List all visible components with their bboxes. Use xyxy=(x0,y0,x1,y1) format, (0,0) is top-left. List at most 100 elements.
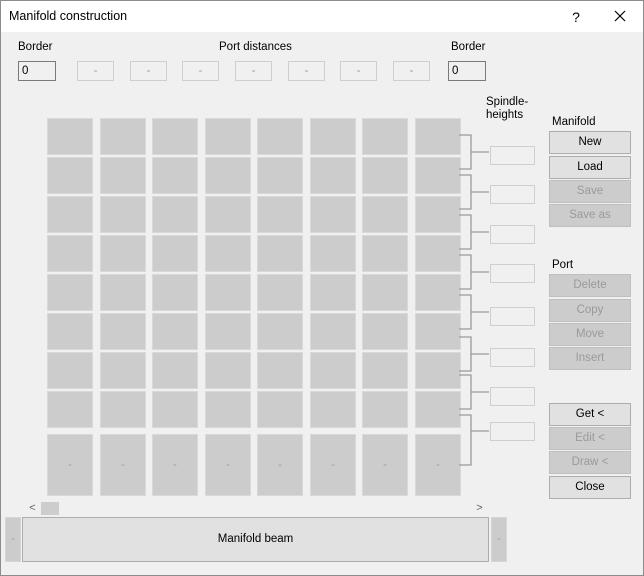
new-button[interactable]: New xyxy=(549,131,631,154)
save-as-button[interactable]: Save as xyxy=(549,204,631,227)
port-cell[interactable] xyxy=(152,391,198,428)
port-cell[interactable] xyxy=(100,391,146,428)
port-cell[interactable] xyxy=(362,235,408,272)
port-cell[interactable] xyxy=(47,313,93,350)
port-cell[interactable] xyxy=(310,118,356,155)
port-column-cell[interactable]: - xyxy=(310,434,356,496)
port-distance-field[interactable]: - xyxy=(130,61,167,81)
port-cell[interactable] xyxy=(152,274,198,311)
spindle-height-field[interactable] xyxy=(490,185,535,204)
port-cell[interactable] xyxy=(100,196,146,233)
port-cell[interactable] xyxy=(257,157,303,194)
spindle-height-field[interactable] xyxy=(490,307,535,326)
port-cell[interactable] xyxy=(310,391,356,428)
spindle-height-field[interactable] xyxy=(490,422,535,441)
port-cell[interactable] xyxy=(257,313,303,350)
port-cell[interactable] xyxy=(205,118,251,155)
port-cell[interactable] xyxy=(152,352,198,389)
port-cell[interactable] xyxy=(152,313,198,350)
port-cell[interactable] xyxy=(310,274,356,311)
port-cell[interactable] xyxy=(310,196,356,233)
port-cell[interactable] xyxy=(362,118,408,155)
spindle-height-field[interactable] xyxy=(490,387,535,406)
close-button[interactable]: Close xyxy=(549,476,631,499)
port-distance-field[interactable]: - xyxy=(182,61,219,81)
edit-button[interactable]: Edit < xyxy=(549,427,631,450)
port-cell[interactable] xyxy=(415,118,461,155)
port-cell[interactable] xyxy=(310,235,356,272)
port-cell[interactable] xyxy=(257,352,303,389)
scroll-thumb[interactable] xyxy=(41,502,59,515)
port-cell[interactable] xyxy=(362,274,408,311)
port-column-cell[interactable]: - xyxy=(205,434,251,496)
port-cell[interactable] xyxy=(100,118,146,155)
port-cell[interactable] xyxy=(257,274,303,311)
port-column-cell[interactable]: - xyxy=(257,434,303,496)
port-cell[interactable] xyxy=(152,118,198,155)
port-cell[interactable] xyxy=(47,391,93,428)
port-cell[interactable] xyxy=(100,157,146,194)
port-cell[interactable] xyxy=(415,274,461,311)
port-cell[interactable] xyxy=(100,313,146,350)
beam-right-end[interactable]: - xyxy=(491,517,507,562)
beam-left-end[interactable]: - xyxy=(5,517,21,562)
copy-button[interactable]: Copy xyxy=(549,299,631,322)
scroll-left-arrow[interactable]: < xyxy=(24,500,41,517)
port-cell[interactable] xyxy=(205,196,251,233)
port-cell[interactable] xyxy=(205,313,251,350)
load-button[interactable]: Load xyxy=(549,156,631,179)
manifold-beam-button[interactable]: Manifold beam xyxy=(22,517,489,562)
get-button[interactable]: Get < xyxy=(549,403,631,426)
port-distance-field[interactable]: - xyxy=(288,61,325,81)
border-right-field[interactable]: 0 xyxy=(448,61,486,81)
spindle-height-field[interactable] xyxy=(490,146,535,165)
port-distance-field[interactable]: - xyxy=(235,61,272,81)
horizontal-scrollbar[interactable]: < > xyxy=(24,500,488,517)
port-cell[interactable] xyxy=(205,352,251,389)
port-cell[interactable] xyxy=(415,313,461,350)
port-cell[interactable] xyxy=(152,196,198,233)
port-column-cell[interactable]: - xyxy=(47,434,93,496)
port-cell[interactable] xyxy=(310,157,356,194)
port-cell[interactable] xyxy=(362,313,408,350)
port-column-cell[interactable]: - xyxy=(100,434,146,496)
help-button[interactable]: ? xyxy=(563,6,589,28)
port-cell[interactable] xyxy=(100,235,146,272)
port-cell[interactable] xyxy=(100,274,146,311)
port-cell[interactable] xyxy=(415,235,461,272)
port-cell[interactable] xyxy=(257,235,303,272)
port-cell[interactable] xyxy=(47,118,93,155)
close-window-button[interactable] xyxy=(605,6,635,28)
port-cell[interactable] xyxy=(205,235,251,272)
port-cell[interactable] xyxy=(415,157,461,194)
port-cell[interactable] xyxy=(100,352,146,389)
port-column-cell[interactable]: - xyxy=(415,434,461,496)
port-column-cell[interactable]: - xyxy=(362,434,408,496)
port-cell[interactable] xyxy=(310,352,356,389)
port-distance-field[interactable]: - xyxy=(393,61,430,81)
move-button[interactable]: Move xyxy=(549,323,631,346)
port-cell[interactable] xyxy=(415,391,461,428)
port-cell[interactable] xyxy=(205,157,251,194)
port-cell[interactable] xyxy=(362,157,408,194)
port-cell[interactable] xyxy=(257,196,303,233)
port-cell[interactable] xyxy=(310,313,356,350)
border-left-field[interactable]: 0 xyxy=(18,61,56,81)
port-cell[interactable] xyxy=(257,391,303,428)
delete-button[interactable]: Delete xyxy=(549,274,631,297)
port-distance-field[interactable]: - xyxy=(77,61,114,81)
port-cell[interactable] xyxy=(47,235,93,272)
insert-button[interactable]: Insert xyxy=(549,347,631,370)
scroll-right-arrow[interactable]: > xyxy=(471,500,488,517)
port-distance-field[interactable]: - xyxy=(340,61,377,81)
port-cell[interactable] xyxy=(152,157,198,194)
port-cell[interactable] xyxy=(47,157,93,194)
spindle-height-field[interactable] xyxy=(490,225,535,244)
port-cell[interactable] xyxy=(152,235,198,272)
port-cell[interactable] xyxy=(362,196,408,233)
spindle-height-field[interactable] xyxy=(490,348,535,367)
draw-button[interactable]: Draw < xyxy=(549,451,631,474)
port-cell[interactable] xyxy=(362,391,408,428)
port-cell[interactable] xyxy=(47,274,93,311)
port-cell[interactable] xyxy=(257,118,303,155)
